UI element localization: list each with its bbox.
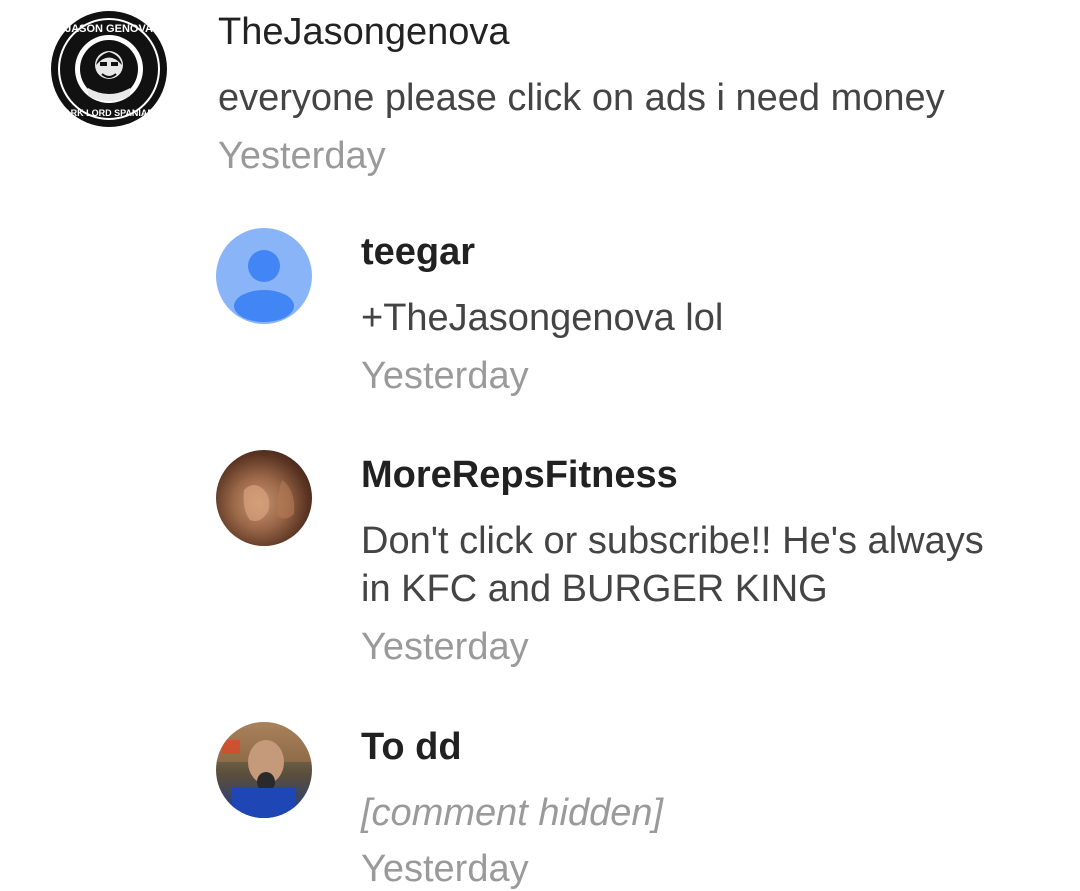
avatar-to-dd[interactable] [216,722,312,818]
reply-author[interactable]: To dd [361,725,462,769]
reply-timestamp: Yesterday [361,626,529,668]
comment-author[interactable]: TheJasongenova [218,10,510,54]
badge-top-text: JASON GENOVA [65,23,153,35]
reply-author[interactable]: MoreRepsFitness [361,453,678,497]
badge-logo-icon: JASON GENOVA DARK LORD SPANIARD [51,11,167,127]
reply-item: To dd [comment hidden] Yesterday [0,715,1080,891]
comment-item: JASON GENOVA DARK LORD SPANIARD TheJason… [0,0,1080,200]
person-icon [234,250,294,322]
avatar-jason-genova-badge[interactable]: JASON GENOVA DARK LORD SPANIARD [50,10,168,128]
reply-text: +TheJasongenova lol [361,297,724,339]
photo-icon [216,722,312,818]
reply-author[interactable]: teegar [361,230,475,274]
avatar-morerepsfitness[interactable] [216,450,312,546]
photo-icon [243,480,295,521]
reply-item: teegar +TheJasongenova lol Yesterday [0,220,1080,410]
comment-text: everyone please click on ads i need mone… [218,77,945,119]
reply-text: Don't click or subscribe!! He's always i… [361,520,984,610]
comment-timestamp: Yesterday [218,135,386,177]
reply-timestamp: Yesterday [361,848,529,890]
reply-text: [comment hidden] [361,792,664,834]
reply-item: MoreRepsFitness Don't click or subscribe… [0,443,1080,683]
avatar-default-user[interactable] [216,228,312,324]
reply-timestamp: Yesterday [361,355,529,397]
badge-bottom-text: DARK LORD SPANIARD [58,108,161,118]
comment-thread: JASON GENOVA DARK LORD SPANIARD TheJason… [0,0,1080,891]
